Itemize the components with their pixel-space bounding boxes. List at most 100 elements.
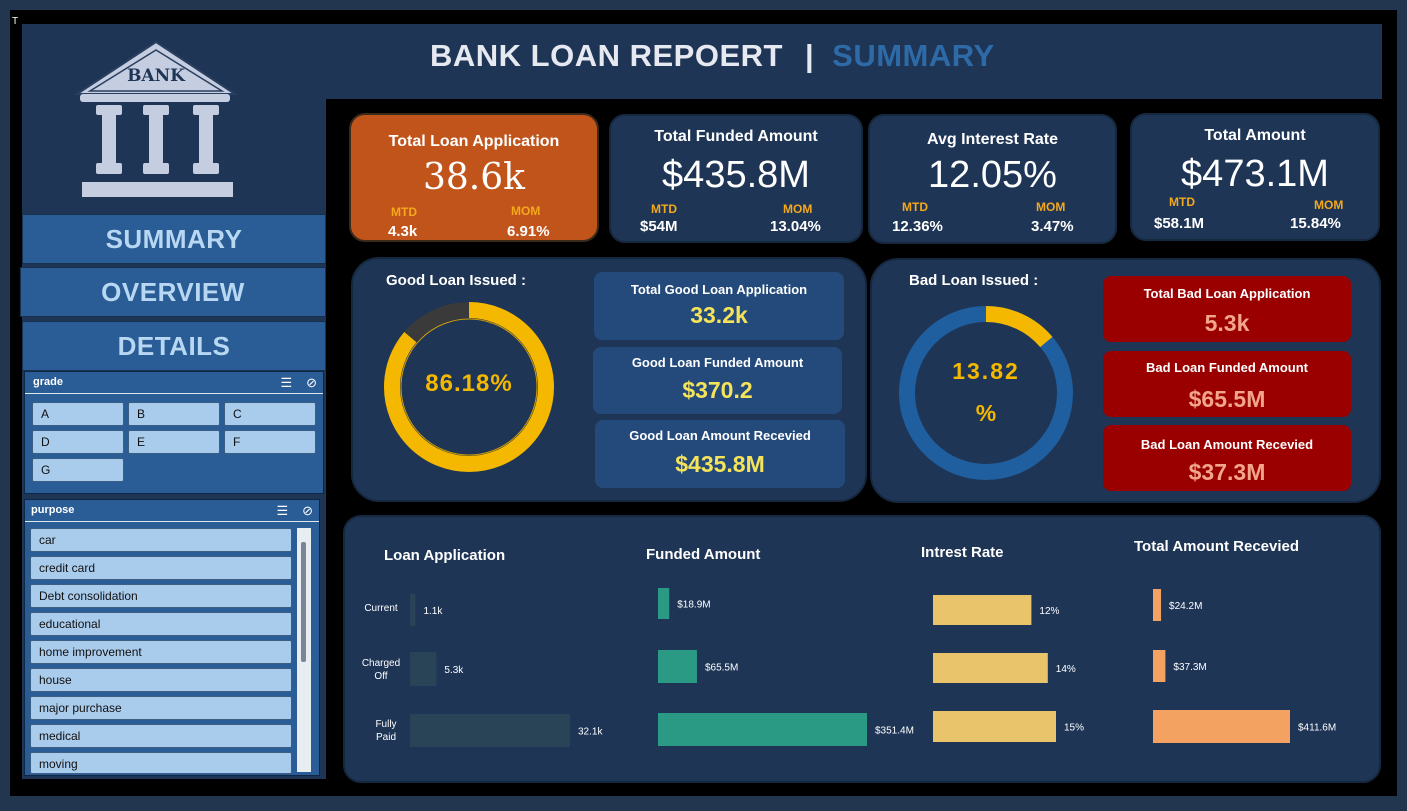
mini-title: Good Loan Amount Recevied <box>629 428 811 443</box>
bad-loan-funded-card: Bad Loan Funded Amount $65.5M <box>1103 351 1351 417</box>
purpose-item[interactable]: Debt consolidation <box>30 584 292 608</box>
kpi-title: Avg Interest Rate <box>927 131 1058 148</box>
status-charts-panel: Loan Application Funded Amount Intrest R… <box>343 515 1381 783</box>
good-loan-application-card: Total Good Loan Application 33.2k <box>594 272 844 340</box>
mini-title: Total Good Loan Application <box>630 282 808 297</box>
clear-filter-icon[interactable]: ⊘ <box>302 503 313 519</box>
purpose-item[interactable]: credit card <box>30 556 292 580</box>
page-title: BANK LOAN REPOERT | SUMMARY <box>430 38 995 74</box>
bad-loan-application-card: Total Bad Loan Application 5.3k <box>1103 276 1351 342</box>
kpi-mtd-label: MTD <box>1169 195 1195 209</box>
kpi-mom-label: MOM <box>1036 200 1066 214</box>
bar-label-2-2: 15% <box>1064 723 1084 734</box>
mini-value: $65.5M <box>1188 386 1266 412</box>
kpi-title: Total Amount <box>1204 127 1306 144</box>
bad-loan-received-card: Bad Loan Amount Recevied $37.3M <box>1103 425 1351 491</box>
mini-value: $370.2 <box>682 377 753 403</box>
multi-select-icon[interactable]: ☰ <box>276 503 288 519</box>
bar-label-0-1: 5.3k <box>444 665 464 676</box>
bar-1-0 <box>658 588 670 619</box>
good-loan-percent: 86.18% <box>425 370 513 397</box>
kpi-value: $435.8M <box>662 154 810 196</box>
grade-item[interactable]: C <box>224 402 316 426</box>
report-subtitle: SUMMARY <box>832 38 995 73</box>
kpi-mom-value: 6.91% <box>507 223 550 240</box>
nav-summary-button[interactable]: SUMMARY <box>22 214 326 264</box>
bar-label-1-0: $18.9M <box>677 600 710 611</box>
kpi-mom-value: 3.47% <box>1031 218 1074 235</box>
purpose-scrollbar[interactable] <box>297 528 311 772</box>
nav-details-button[interactable]: DETAILS <box>22 321 326 371</box>
kpi-mtd-value: $58.1M <box>1154 215 1205 232</box>
bar-label-2-1: 14% <box>1056 664 1076 675</box>
kpi-mtd-label: MTD <box>902 200 928 214</box>
mini-title: Bad Loan Amount Recevied <box>1140 437 1314 452</box>
purpose-item[interactable]: major purchase <box>30 696 292 720</box>
bad-loan-donut <box>899 306 1073 480</box>
purpose-scrollbar-thumb[interactable] <box>301 542 306 662</box>
grade-item[interactable]: G <box>32 458 124 482</box>
kpi-total-amount: Total Amount $473.1M MTD MOM $58.1M 15.8… <box>1130 113 1380 241</box>
purpose-slicer-title: purpose <box>31 504 75 516</box>
kpi-value: $473.1M <box>1181 153 1329 195</box>
kpi-mom-label: MOM <box>1314 198 1344 212</box>
bar-0-2 <box>410 714 570 747</box>
title-separator: | <box>804 38 815 73</box>
grade-item[interactable]: F <box>224 430 316 454</box>
mini-title: Bad Loan Funded Amount <box>1146 360 1308 375</box>
kpi-mom-value: 13.04% <box>770 218 821 235</box>
report-title: BANK LOAN REPOERT <box>430 38 783 73</box>
purpose-item[interactable]: medical <box>30 724 292 748</box>
mini-title: Good Loan Funded Amount <box>631 355 804 370</box>
mini-title: Total Bad Loan Application <box>1143 286 1311 301</box>
grade-slicer: grade ☰ ⊘ A B C D E F G <box>24 371 324 494</box>
grade-item[interactable]: B <box>128 402 220 426</box>
clear-filter-icon[interactable]: ⊘ <box>306 375 317 391</box>
kpi-title: Total Funded Amount <box>654 128 818 145</box>
kpi-value: 12.05% <box>928 154 1057 196</box>
kpi-value: 38.6k <box>423 157 525 198</box>
kpi-mtd-value: 4.3k <box>388 223 418 240</box>
kpi-avg-interest-rate: Avg Interest Rate 12.05% MTD MOM 12.36% … <box>868 114 1117 244</box>
bar-label-3-0: $24.2M <box>1169 601 1202 612</box>
purpose-item[interactable]: moving <box>30 752 292 774</box>
bar-0-1 <box>410 652 437 686</box>
bar-label-0-0: 1.1k <box>423 606 443 617</box>
bad-loan-title: Bad Loan Issued : <box>909 272 1039 289</box>
mini-value: $435.8M <box>675 451 765 477</box>
kpi-mtd-label: MTD <box>391 205 417 219</box>
header-bar: BANK LOAN REPOERT | SUMMARY <box>325 24 1382 99</box>
corner-mark: T <box>12 16 19 27</box>
purpose-item[interactable]: home improvement <box>30 640 292 664</box>
good-loan-funded-card: Good Loan Funded Amount $370.2 <box>593 347 842 414</box>
purpose-item[interactable]: educational <box>30 612 292 636</box>
grade-slicer-title: grade <box>33 376 63 388</box>
mini-value: 33.2k <box>690 302 748 328</box>
bar-2-2 <box>933 711 1056 742</box>
purpose-slicer: purpose ☰ ⊘ car credit card Debt consoli… <box>24 499 320 776</box>
bar-label-1-2: $351.4M <box>875 726 914 737</box>
bar-2-1 <box>933 653 1048 683</box>
grade-item[interactable]: D <box>32 430 124 454</box>
bank-icon: BANK <box>73 40 239 197</box>
nav-overview-button[interactable]: OVERVIEW <box>20 267 326 317</box>
bar-label-3-1: $37.3M <box>1173 662 1206 673</box>
kpi-mom-label: MOM <box>783 202 813 216</box>
grade-item[interactable]: E <box>128 430 220 454</box>
bar-1-1 <box>658 650 697 683</box>
multi-select-icon[interactable]: ☰ <box>280 375 292 391</box>
mini-value: $37.3M <box>1188 459 1266 485</box>
good-loan-panel: Good Loan Issued : 86.18% Total Good Loa… <box>351 257 867 502</box>
sidebar: BANK SUMMARY OVERVIEW DETAILS grade ☰ ⊘ … <box>20 24 326 779</box>
purpose-item[interactable]: house <box>30 668 292 692</box>
purpose-item[interactable]: car <box>30 528 292 552</box>
grade-item[interactable]: A <box>32 402 124 426</box>
kpi-total-funded-amount: Total Funded Amount $435.8M MTD MOM $54M… <box>609 114 863 243</box>
purpose-slicer-header: purpose ☰ ⊘ <box>25 500 319 522</box>
bad-loan-percent-sign: % <box>975 400 997 426</box>
kpi-title: Total Loan Application <box>388 133 560 150</box>
mini-value: 5.3k <box>1204 310 1250 336</box>
bad-loan-panel: Bad Loan Issued : 13.82 % Total Bad Loan… <box>870 258 1381 503</box>
kpi-mtd-value: $54M <box>640 218 678 235</box>
svg-text:BANK: BANK <box>127 66 186 86</box>
